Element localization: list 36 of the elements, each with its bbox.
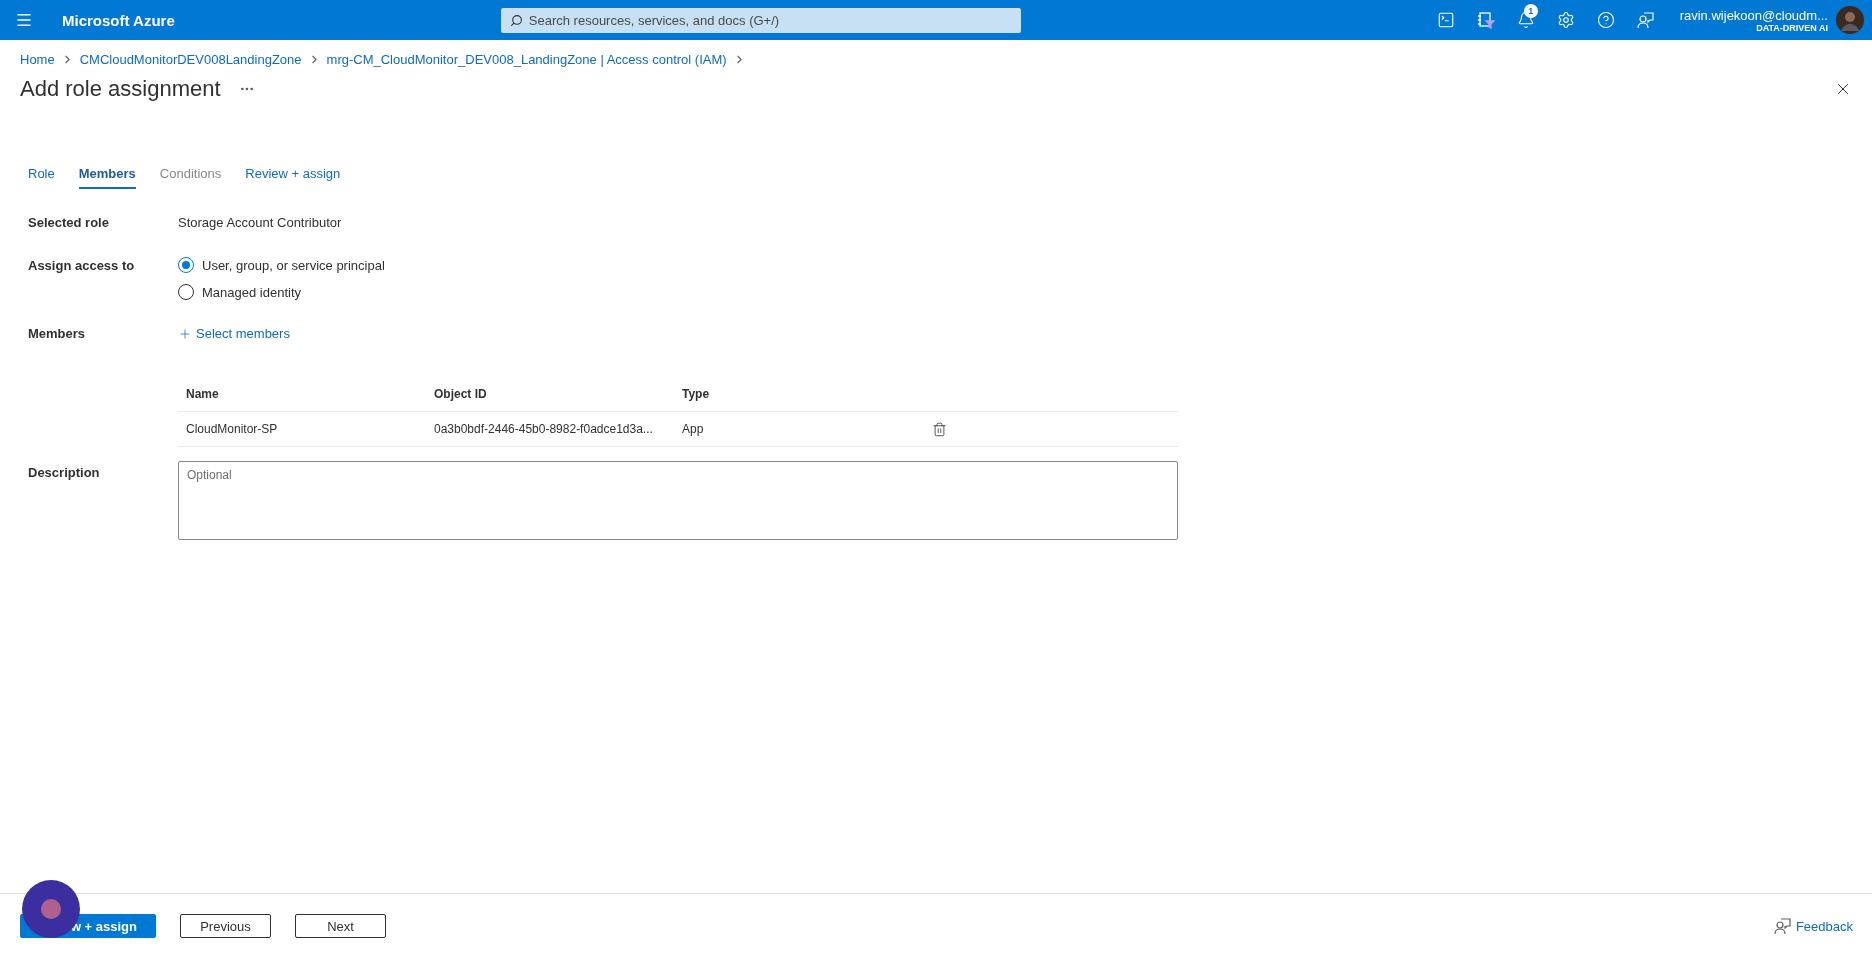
search-field[interactable]: Search resources, services, and docs (G+/) <box>500 7 1021 33</box>
breadcrumb-link[interactable]: Home <box>20 51 55 67</box>
select-members-link[interactable]: Select members <box>178 326 290 341</box>
column-header: Object ID <box>434 387 488 401</box>
breadcrumb-link[interactable]: mrg-CM_CloudMonitor_DEV008_LandingZone | Access control (IAM) <box>326 51 727 67</box>
field-label: Members <box>28 326 86 341</box>
tab[interactable]: Review + assign <box>245 162 341 189</box>
table-cell-text: CloudMonitor-SP <box>186 422 279 436</box>
radio-label: Managed identity <box>202 284 301 300</box>
tenant-name: DATA-DRIVEN AI <box>1756 22 1828 33</box>
breadcrumb-link[interactable]: CMCloudMonitorDEV008LandingZone <box>79 51 302 67</box>
field-label: Selected role <box>28 215 109 230</box>
notification-badge: 1 <box>1523 4 1538 18</box>
table-cell-text: 0a3b0bdf-2446-45b0-8982-f0adce1d3a... <box>434 422 654 436</box>
feedback-icon <box>1773 917 1792 935</box>
notifications-button[interactable]: 1 <box>1505 0 1546 40</box>
tab[interactable]: Members <box>78 162 136 189</box>
field-label: Description <box>28 465 100 480</box>
feedback-link[interactable]: Feedback <box>1773 917 1853 935</box>
column-header: Type <box>682 387 711 401</box>
tab[interactable]: Role <box>28 162 55 189</box>
field-label: Assign access to <box>28 258 135 273</box>
plus-icon <box>178 326 192 341</box>
nav-button[interactable]: Previous <box>180 914 271 938</box>
brand-name: Microsoft Azure <box>62 11 175 29</box>
description-field[interactable]: Optional <box>178 461 1178 540</box>
avatar-icon[interactable] <box>1836 6 1864 34</box>
click-indicator-icon <box>22 880 80 938</box>
column-header: Name <box>186 387 220 401</box>
nav-button[interactable]: Next <box>295 914 386 938</box>
radio-option[interactable]: Managed identity <box>178 284 385 300</box>
table-cell-text: App <box>682 422 705 436</box>
search-icon <box>509 13 523 27</box>
page-title: Add role assignment <box>20 76 221 102</box>
account-email[interactable]: ravin.wijekoon@cloudm... <box>1679 7 1828 23</box>
selected-role-value: Storage Account Contributor <box>178 215 342 230</box>
